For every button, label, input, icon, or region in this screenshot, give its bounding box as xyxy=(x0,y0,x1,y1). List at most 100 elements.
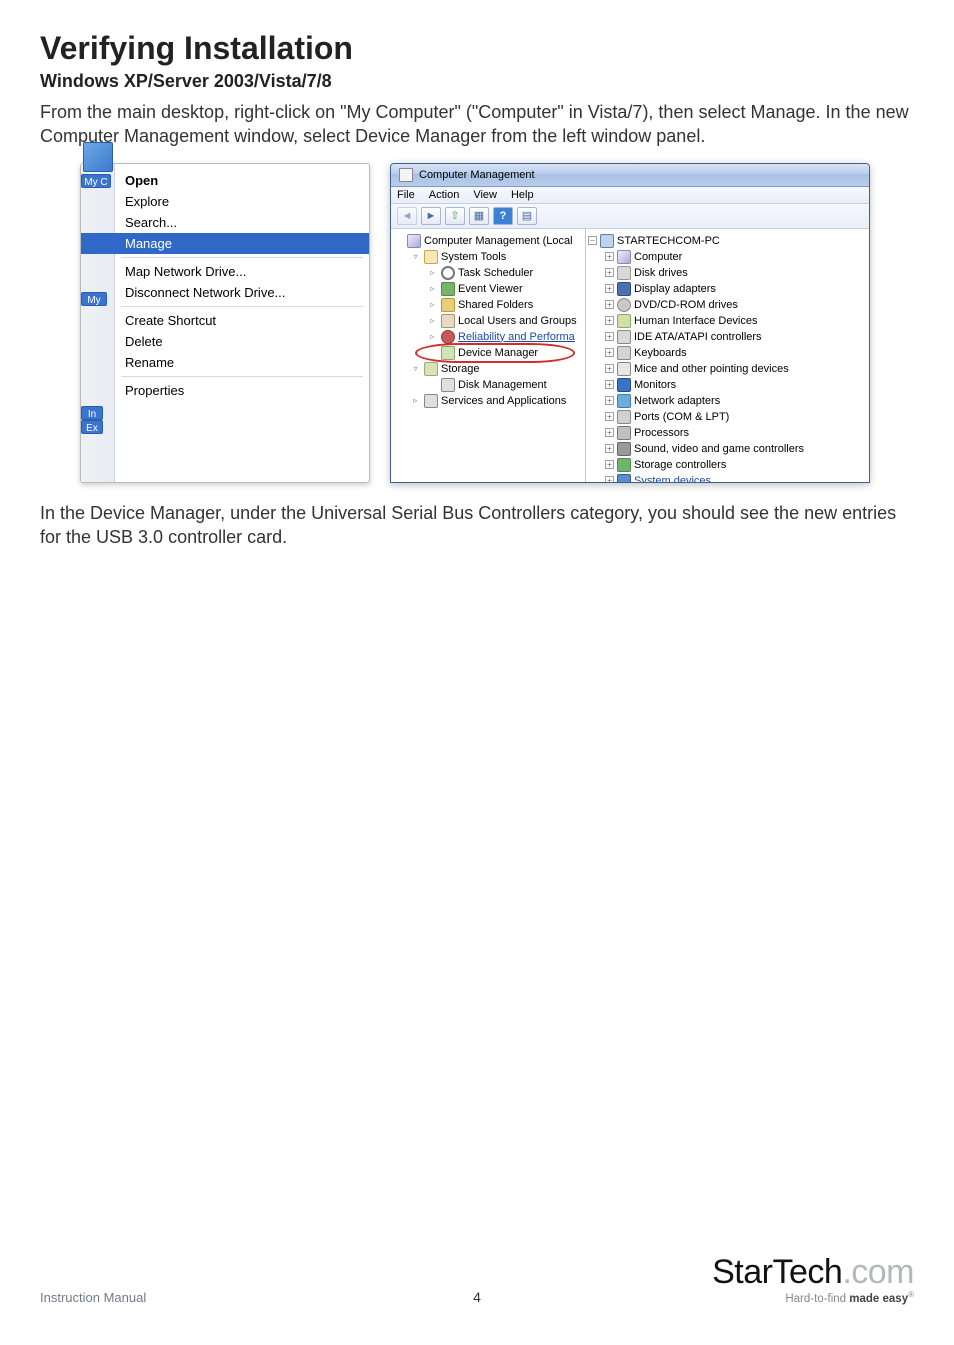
device-manager-tree: –STARTECHCOM-PC+Computer+Disk drives+Dis… xyxy=(586,229,869,482)
storage-icon xyxy=(424,362,438,376)
tree-expander-icon[interactable]: ▹ xyxy=(427,283,438,294)
tree-plus-icon[interactable]: + xyxy=(605,332,614,341)
tree-label: Network adapters xyxy=(634,394,720,408)
hid-icon xyxy=(617,314,631,328)
tree-label: Human Interface Devices xyxy=(634,314,758,328)
ctx-item-properties[interactable]: Properties xyxy=(81,380,369,401)
ide-icon xyxy=(617,330,631,344)
tree-expander-icon[interactable]: ▹ xyxy=(427,315,438,326)
tree-label: Mice and other pointing devices xyxy=(634,362,789,376)
tree-row[interactable]: +Sound, video and game controllers xyxy=(588,441,867,457)
tree-row[interactable]: +IDE ATA/ATAPI controllers xyxy=(588,329,867,345)
toolbar-grid-icon[interactable]: ▤ xyxy=(517,207,537,225)
tree-plus-icon[interactable]: + xyxy=(605,316,614,325)
toolbar-help-icon[interactable]: ? xyxy=(493,207,513,225)
tree-row[interactable]: ▹Task Scheduler xyxy=(393,265,583,281)
tree-plus-icon[interactable]: + xyxy=(605,428,614,437)
tree-expander-icon[interactable]: ▹ xyxy=(427,299,438,310)
tree-row[interactable]: ▹Local Users and Groups xyxy=(393,313,583,329)
tree-plus-icon[interactable]: – xyxy=(588,236,597,245)
page-footer: Instruction Manual 4 StarTech.com Hard-t… xyxy=(40,1253,914,1305)
tree-row[interactable]: +Monitors xyxy=(588,377,867,393)
tree-expander-icon[interactable]: ▿ xyxy=(410,363,421,374)
ctx-item-explore[interactable]: Explore xyxy=(81,191,369,212)
task-icon xyxy=(441,266,455,280)
tree-row[interactable]: ▹Event Viewer xyxy=(393,281,583,297)
tree-row[interactable]: + Mice and other pointing devices xyxy=(588,361,867,377)
tree-label: Storage controllers xyxy=(634,458,726,472)
ctx-item-search[interactable]: Search... xyxy=(81,212,369,233)
tree-row[interactable]: ▹Services and Applications xyxy=(393,393,583,409)
tree-row[interactable]: ▿Storage xyxy=(393,361,583,377)
menu-view[interactable]: View xyxy=(473,189,497,201)
shared-icon xyxy=(441,298,455,312)
ctx-separator xyxy=(121,376,363,377)
toolbar-properties-icon[interactable]: ▦ xyxy=(469,207,489,225)
toolbar-back-icon[interactable]: ◄ xyxy=(397,207,417,225)
tree-plus-icon[interactable]: + xyxy=(605,300,614,309)
net-icon xyxy=(617,394,631,408)
tree-row[interactable]: ▹Reliability and Performa xyxy=(393,329,583,345)
ctx-item-delete[interactable]: Delete xyxy=(81,331,369,352)
tree-label: System devices xyxy=(634,474,711,482)
ctx-item-disconnect-drive[interactable]: Disconnect Network Drive... xyxy=(81,282,369,303)
ctx-item-manage[interactable]: Manage xyxy=(81,233,369,254)
tree-row[interactable]: ▿System Tools xyxy=(393,249,583,265)
sysdev-icon xyxy=(617,474,631,482)
ctx-item-open[interactable]: Open xyxy=(81,170,369,191)
tree-plus-icon[interactable]: + xyxy=(605,364,614,373)
tree-plus-icon[interactable]: + xyxy=(605,396,614,405)
tree-plus-icon[interactable]: + xyxy=(605,444,614,453)
users-icon xyxy=(441,314,455,328)
tree-row[interactable]: +Ports (COM & LPT) xyxy=(588,409,867,425)
tree-plus-icon[interactable]: + xyxy=(605,460,614,469)
tree-row[interactable]: Device Manager xyxy=(393,345,583,361)
tree-plus-icon[interactable]: + xyxy=(605,412,614,421)
tree-row[interactable]: +Processors xyxy=(588,425,867,441)
window-title: Computer Management xyxy=(419,169,535,181)
tree-plus-icon[interactable]: + xyxy=(605,476,614,482)
tree-label: Shared Folders xyxy=(458,298,533,312)
tree-expander-icon[interactable]: ▹ xyxy=(427,267,438,278)
perf-icon xyxy=(441,330,455,344)
sound-icon xyxy=(617,442,631,456)
ctx-item-rename[interactable]: Rename xyxy=(81,352,369,373)
tree-row[interactable]: Computer Management (Local xyxy=(393,233,583,249)
tree-plus-icon[interactable]: + xyxy=(605,348,614,357)
tree-expander-icon[interactable]: ▿ xyxy=(410,251,421,262)
window-titlebar[interactable]: Computer Management xyxy=(391,164,869,187)
tree-label: Keyboards xyxy=(634,346,687,360)
tree-plus-icon[interactable]: + xyxy=(605,252,614,261)
tree-expander-icon[interactable]: ▹ xyxy=(410,395,421,406)
intro-paragraph: From the main desktop, right-click on "M… xyxy=(40,100,914,149)
ctx-item-map-drive[interactable]: Map Network Drive... xyxy=(81,261,369,282)
tree-row[interactable]: Disk Management xyxy=(393,377,583,393)
tree-plus-icon[interactable]: + xyxy=(605,284,614,293)
tree-row[interactable]: + Keyboards xyxy=(588,345,867,361)
tree-expander-icon[interactable] xyxy=(427,379,438,390)
tree-expander-icon[interactable]: ▹ xyxy=(427,331,438,342)
tree-row[interactable]: +DVD/CD-ROM drives xyxy=(588,297,867,313)
screenshot-composite: My C My In Ex Open Explore Search... Man… xyxy=(80,163,914,483)
ctx-item-create-shortcut[interactable]: Create Shortcut xyxy=(81,310,369,331)
tree-row[interactable]: + Storage controllers xyxy=(588,457,867,473)
menu-action[interactable]: Action xyxy=(429,189,460,201)
tree-row[interactable]: + Human Interface Devices xyxy=(588,313,867,329)
tree-row[interactable]: +Computer xyxy=(588,249,867,265)
tree-row[interactable]: +Display adapters xyxy=(588,281,867,297)
menu-help[interactable]: Help xyxy=(511,189,534,201)
tree-row[interactable]: + System devices xyxy=(588,473,867,482)
toolbar-up-icon[interactable]: ⇧ xyxy=(445,207,465,225)
tree-row[interactable]: + Network adapters xyxy=(588,393,867,409)
tree-row[interactable]: –STARTECHCOM-PC xyxy=(588,233,867,249)
tree-expander-icon[interactable] xyxy=(427,347,438,358)
tree-plus-icon[interactable]: + xyxy=(605,268,614,277)
window-icon xyxy=(399,168,413,182)
toolbar-forward-icon[interactable]: ► xyxy=(421,207,441,225)
tree-expander-icon[interactable] xyxy=(393,235,404,246)
desktop-in-label: In xyxy=(81,406,103,420)
tree-row[interactable]: +Disk drives xyxy=(588,265,867,281)
menu-file[interactable]: File xyxy=(397,189,415,201)
tree-plus-icon[interactable]: + xyxy=(605,380,614,389)
tree-row[interactable]: ▹ Shared Folders xyxy=(393,297,583,313)
